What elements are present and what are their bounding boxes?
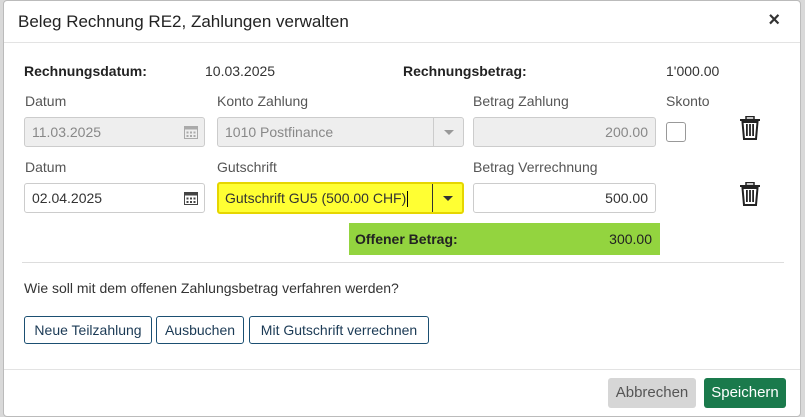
settlement-amount-label: Betrag Verrechnung: [473, 159, 598, 175]
payment-amount-label: Betrag Zahlung: [473, 93, 569, 109]
payment-date-label: Datum: [25, 93, 67, 109]
invoice-date-value: 10.03.2025: [205, 63, 276, 79]
dialog-footer: Abbrechen Speichern: [4, 369, 800, 417]
chevron-down-icon: [432, 184, 462, 212]
payment-date-input[interactable]: 11.03.2025: [24, 117, 205, 147]
book-out-button[interactable]: Ausbuchen: [156, 316, 244, 344]
invoice-amount-label: Rechnungsbetrag:: [403, 63, 527, 79]
credit-date-input[interactable]: 02.04.2025: [24, 183, 205, 213]
payment-amount-value: 200.00: [605, 124, 648, 140]
open-amount-value: 300.00: [609, 231, 652, 247]
calendar-icon: [184, 126, 198, 139]
close-button[interactable]: ×: [768, 10, 780, 30]
text-cursor: [407, 191, 409, 208]
settlement-amount-input[interactable]: 500.00: [473, 183, 656, 213]
dialog-header: Beleg Rechnung RE2, Zahlungen verwalten …: [4, 1, 800, 43]
open-amount-question: Wie soll mit dem offenen Zahlungsbetrag …: [24, 280, 399, 296]
trash-icon[interactable]: [739, 116, 761, 140]
discount-label: Skonto: [666, 93, 710, 109]
credit-value: Gutschrift GU5 (500.00 CHF): [225, 190, 407, 206]
credit-date-label: Datum: [25, 159, 67, 175]
new-partial-payment-button[interactable]: Neue Teilzahlung: [24, 316, 152, 344]
settle-with-credit-button[interactable]: Mit Gutschrift verrechnen: [249, 316, 429, 344]
divider: [22, 262, 784, 263]
discount-checkbox[interactable]: [666, 122, 686, 142]
open-amount-bar: Offener Betrag: 300.00: [349, 223, 660, 255]
chevron-down-icon: [433, 118, 463, 146]
payment-account-value: 1010 Postfinance: [225, 124, 334, 140]
credit-label: Gutschrift: [217, 159, 277, 175]
cancel-button[interactable]: Abbrechen: [608, 378, 696, 408]
payment-amount-input[interactable]: 200.00: [473, 117, 656, 147]
calendar-icon[interactable]: [184, 191, 198, 205]
save-button[interactable]: Speichern: [704, 378, 786, 408]
open-amount-label: Offener Betrag:: [355, 231, 458, 247]
credit-date-value: 02.04.2025: [32, 190, 103, 206]
payment-account-label: Konto Zahlung: [217, 93, 309, 109]
dialog-title: Beleg Rechnung RE2, Zahlungen verwalten: [18, 12, 349, 31]
payment-date-value: 11.03.2025: [32, 124, 102, 140]
credit-select[interactable]: Gutschrift GU5 (500.00 CHF): [217, 182, 464, 214]
payment-account-select[interactable]: 1010 Postfinance: [217, 117, 464, 147]
invoice-date-label: Rechnungsdatum:: [24, 63, 147, 79]
trash-icon[interactable]: [739, 182, 761, 206]
invoice-amount-value: 1'000.00: [666, 63, 720, 79]
payment-dialog: Beleg Rechnung RE2, Zahlungen verwalten …: [3, 0, 801, 417]
settlement-amount-value: 500.00: [605, 190, 648, 206]
